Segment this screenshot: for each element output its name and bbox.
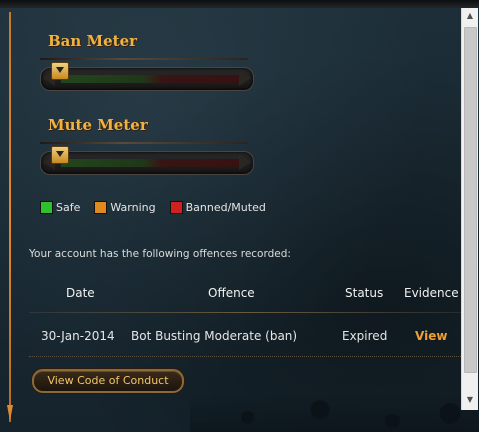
meter-right-cap (239, 154, 251, 170)
mute-meter-pointer-icon (51, 146, 69, 164)
legend-label: Banned/Muted (185, 201, 266, 214)
meter-legend: Safe Warning Banned/Muted (40, 201, 266, 214)
legend-label: Safe (56, 201, 81, 214)
legend-label: Warning (110, 201, 156, 214)
ban-meter-bar (40, 62, 254, 91)
legend-item-warning: Warning (94, 201, 156, 214)
ban-meter-pointer-icon (51, 62, 69, 80)
view-evidence-link[interactable]: View (415, 329, 447, 343)
scroll-up-arrow-icon[interactable]: ▲ (462, 8, 478, 24)
table-row-divider (29, 356, 461, 358)
column-header-offence: Offence (208, 286, 255, 300)
view-code-of-conduct-button[interactable]: View Code of Conduct (32, 369, 184, 393)
ban-meter-divider (40, 58, 248, 60)
table-row: 30-Jan-2014 Bot Busting Moderate (ban) E… (29, 322, 461, 348)
table-header-divider (29, 312, 461, 313)
offence-date: 30-Jan-2014 (41, 329, 115, 343)
ban-meter-track (61, 75, 243, 83)
banned-swatch-icon (169, 201, 183, 214)
column-header-evidence: Evidence (404, 286, 459, 300)
table-header-row: Date Offence Status Evidence (29, 282, 461, 308)
offence-status: Expired (342, 329, 388, 343)
decorative-left-border (9, 12, 11, 422)
safe-swatch-icon (40, 201, 53, 214)
warning-swatch-icon (94, 201, 108, 214)
mute-meter-bar (40, 146, 254, 175)
column-header-date: Date (66, 286, 95, 300)
mute-meter-divider (40, 142, 248, 144)
scroll-down-arrow-icon[interactable]: ▼ (462, 392, 478, 408)
offences-intro-text: Your account has the following offences … (29, 248, 291, 260)
decorative-rocks (190, 395, 479, 432)
mute-meter-title: Mute Meter (48, 116, 148, 134)
ban-meter-title: Ban Meter (48, 32, 138, 50)
offence-name: Bot Busting Moderate (ban) (131, 329, 298, 343)
legend-item-safe: Safe (40, 201, 80, 214)
scroll-thumb[interactable] (464, 27, 477, 373)
meter-right-cap (239, 70, 251, 86)
legend-item-banned: Banned/Muted (169, 201, 266, 214)
vertical-scrollbar[interactable]: ▲ ▼ (461, 8, 478, 410)
mute-meter-track (61, 159, 243, 167)
column-header-status: Status (345, 286, 384, 300)
